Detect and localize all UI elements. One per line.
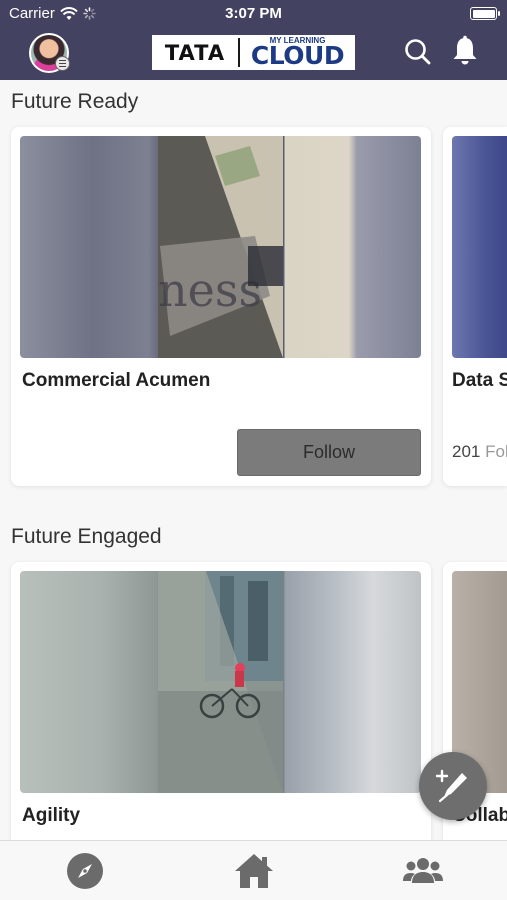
status-bar: Carrier 3:07 PM [0,0,507,28]
notifications-button[interactable] [450,35,480,67]
pen-plus-icon [435,769,467,803]
people-icon [403,858,443,883]
card-title: Data S [452,370,507,391]
logo-cloud: MY LEARNING CLOUD [240,35,355,70]
brand-logo: TATA MY LEARNING CLOUD [152,35,355,70]
bottom-tab-bar [0,840,507,900]
create-post-button[interactable] [419,752,487,820]
status-time: 3:07 PM [225,5,282,22]
section-title-future-engaged: Future Engaged [11,525,162,548]
card-commercial-acumen[interactable]: ness Commercial Acumen Follow [11,127,431,486]
tab-home[interactable] [232,851,276,891]
search-button[interactable] [403,37,433,67]
follower-count: 201 Fol [452,442,507,462]
card-image [452,136,507,358]
card-data-s[interactable]: Data S 201 Fol [443,127,507,486]
card-image: ness [20,136,421,358]
card-title: Commercial Acumen [22,370,211,391]
home-icon [235,854,273,888]
card-agility[interactable]: Agility [11,562,431,852]
compass-icon [67,853,103,889]
menu-badge-icon[interactable] [55,56,70,71]
card-image [20,571,421,793]
nav-row: TATA MY LEARNING CLOUD [0,28,507,80]
tab-explore[interactable] [63,851,107,891]
logo-tata-text: TATA [164,40,226,65]
app-header: Carrier 3:07 PM TATA MY LEARNING CLOUD [0,0,507,80]
svg-text:ness: ness [158,263,262,317]
battery-icon [470,7,500,20]
follower-count-label: Fol [485,442,507,461]
tab-community[interactable] [401,851,445,891]
follower-count-number: 201 [452,442,481,461]
card-title: Agility [22,805,81,826]
bell-icon [453,35,477,65]
section-title-future-ready: Future Ready [11,90,139,113]
logo-big-text: CLOUD [250,41,345,70]
search-icon [405,39,431,65]
follow-button[interactable]: Follow [237,429,421,476]
